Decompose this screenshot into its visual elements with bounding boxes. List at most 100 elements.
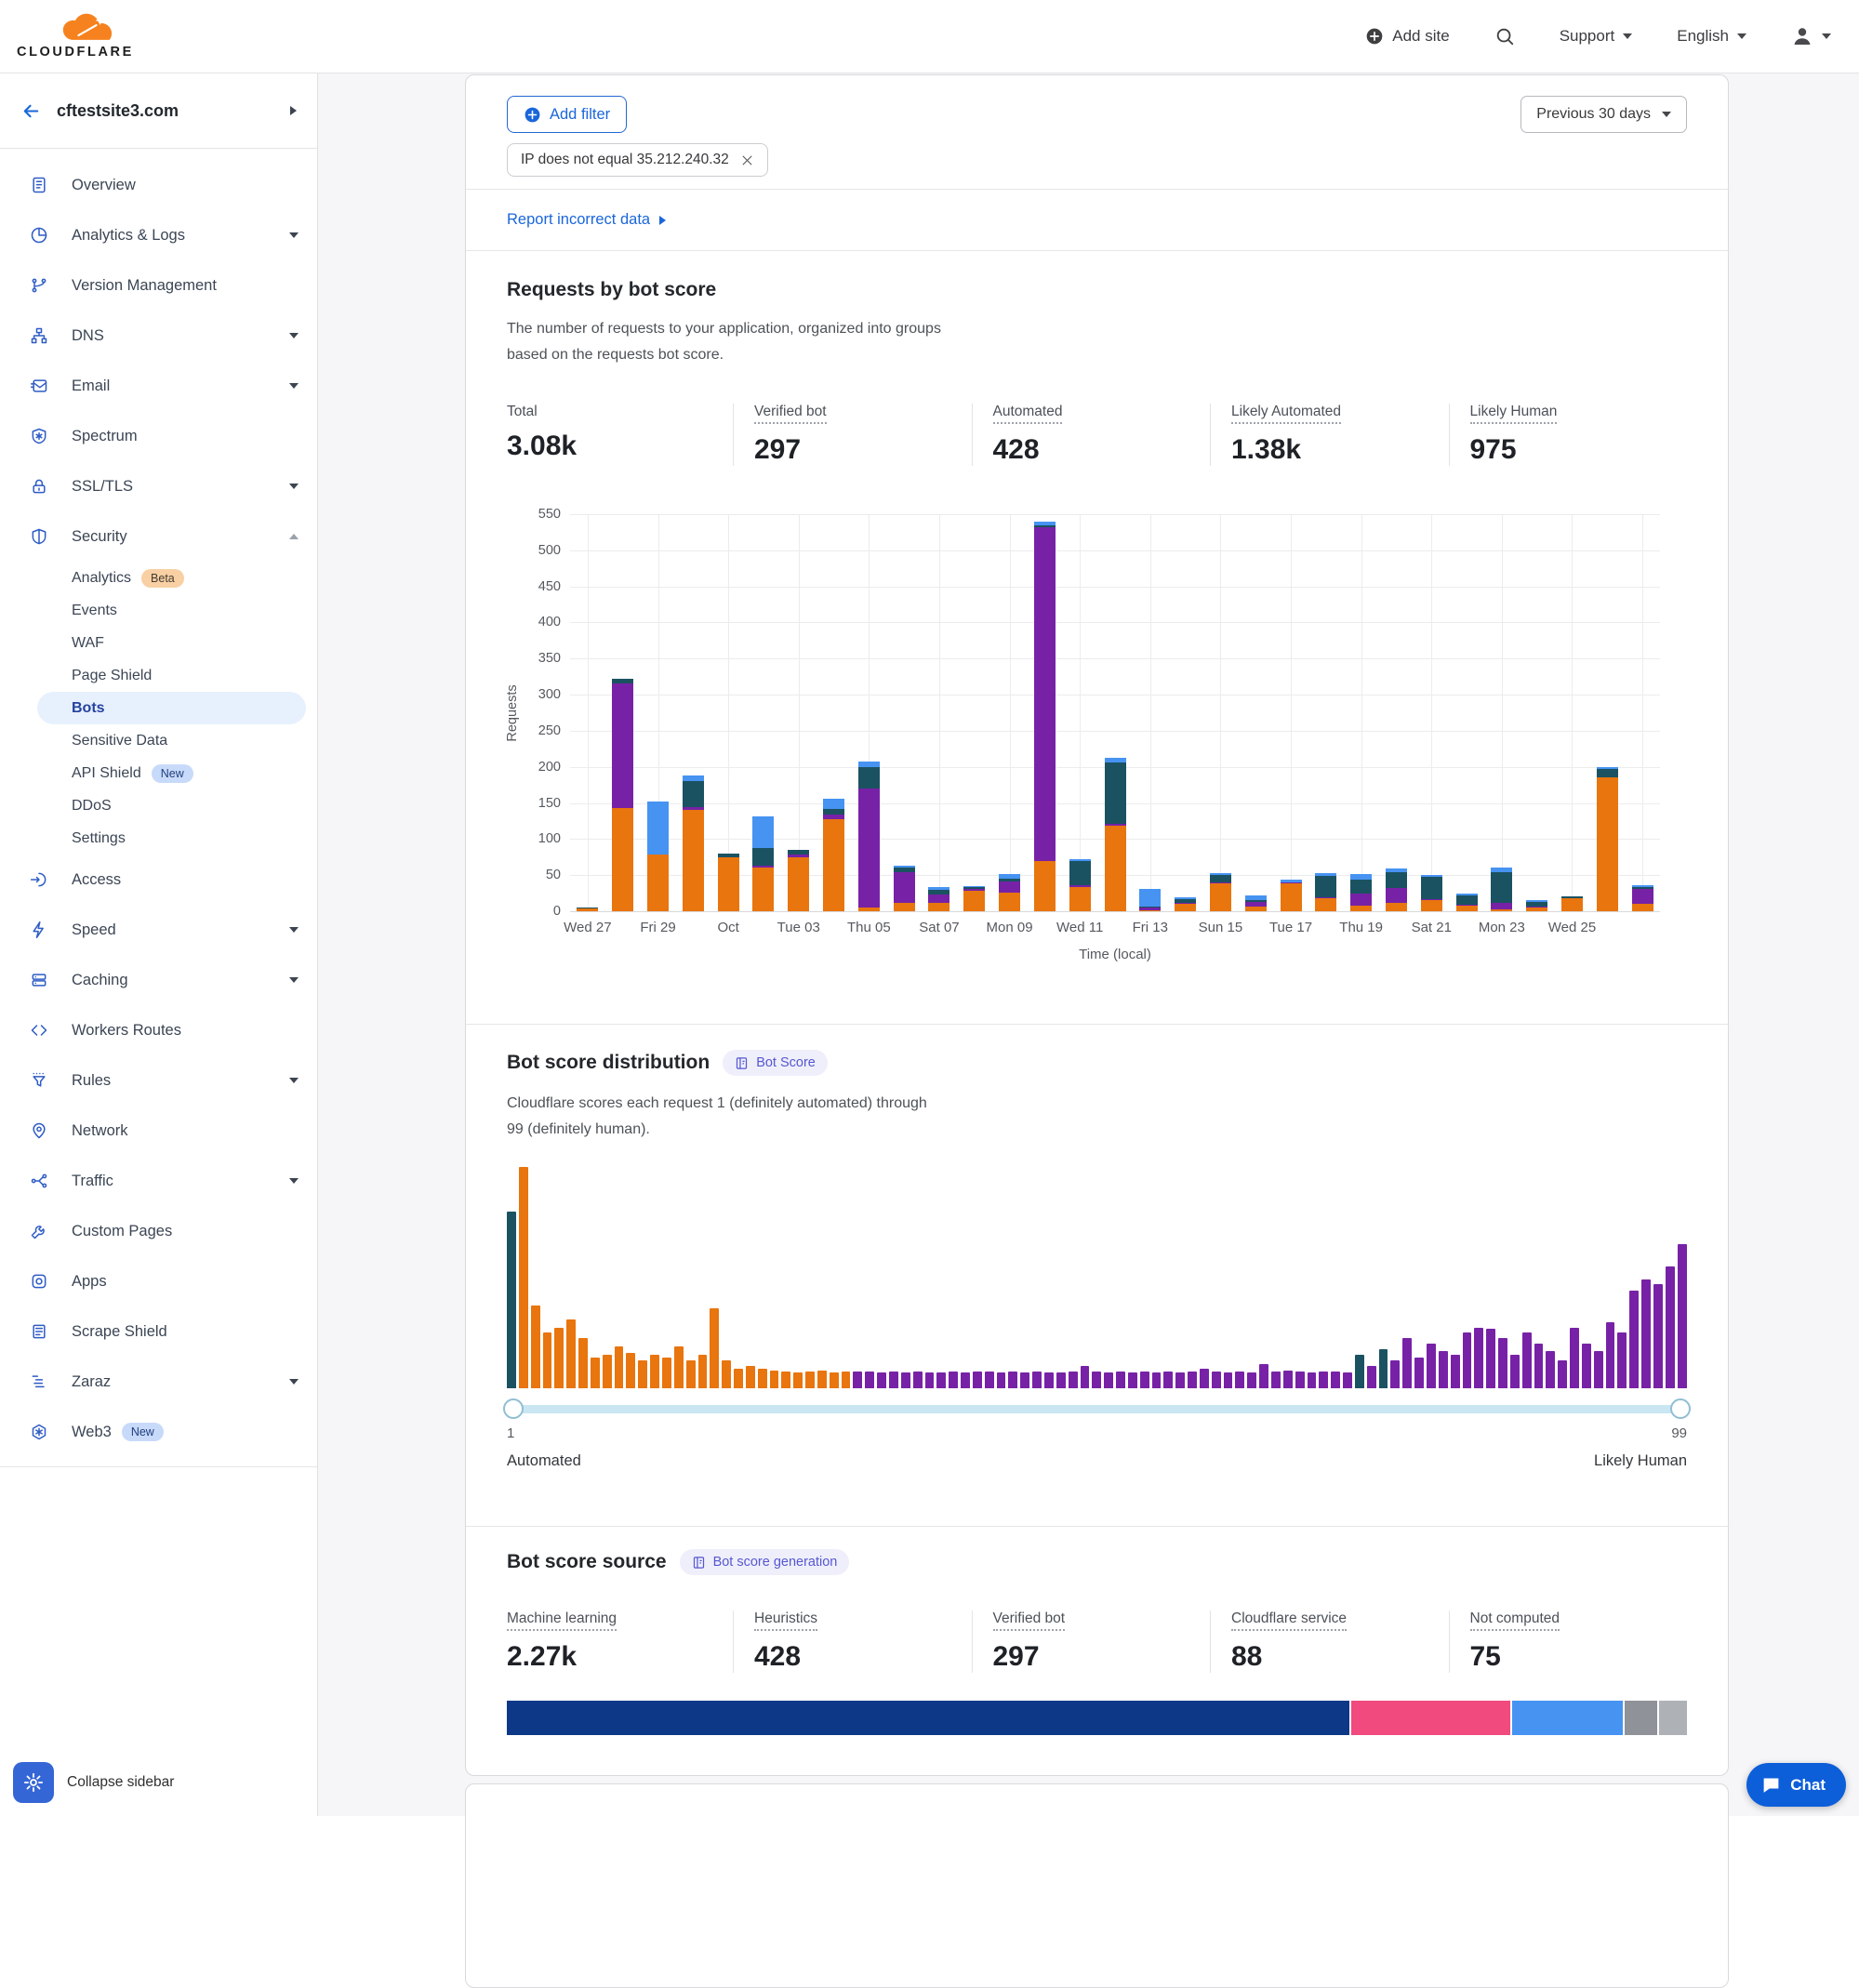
histogram-bar-score-78[interactable] [1427,1344,1436,1388]
histogram-bar-score-67[interactable] [1295,1372,1305,1388]
histogram-bar-score-77[interactable] [1414,1358,1424,1388]
settings-gear-button[interactable] [13,1762,54,1803]
stacked-bar-sun-15[interactable] [1210,873,1231,911]
histogram-bar-score-71[interactable] [1343,1372,1352,1388]
sidebar-item-access[interactable]: Access [0,855,317,905]
histogram-bar-score-94[interactable] [1617,1332,1627,1388]
histogram-bar-score-1[interactable] [507,1212,516,1388]
report-incorrect-data-link[interactable]: Report incorrect data [466,190,1728,251]
histogram-bar-score-25[interactable] [793,1372,803,1388]
sidebar-item-custom-pages[interactable]: Custom Pages [0,1206,317,1256]
histogram-bar-score-47[interactable] [1056,1372,1066,1388]
sidebar-item-page-shield[interactable]: Page Shield [37,659,306,692]
stacked-bar-mon-02[interactable] [752,816,774,911]
histogram-bar-score-42[interactable] [997,1372,1006,1388]
histogram-bar-score-60[interactable] [1212,1372,1221,1388]
histogram-bar-score-84[interactable] [1498,1338,1507,1388]
histogram-bar-score-45[interactable] [1032,1372,1042,1388]
histogram-bar-score-14[interactable] [662,1358,671,1388]
histogram-bar-score-43[interactable] [1008,1372,1017,1388]
stacked-bar-mon-16[interactable] [1245,895,1267,911]
slider-handle-min[interactable] [503,1398,524,1419]
bot-score-badge[interactable]: Bot Score [723,1050,828,1076]
histogram-bar-score-3[interactable] [531,1305,540,1388]
stacked-bar-thu-19[interactable] [1350,874,1372,911]
histogram-bar-score-90[interactable] [1570,1328,1579,1388]
collapse-sidebar[interactable]: Collapse sidebar [13,1762,174,1803]
sidebar-item-sensitive-data[interactable]: Sensitive Data [37,724,306,757]
histogram-bar-score-44[interactable] [1020,1372,1029,1388]
stat-label[interactable]: Automated [993,404,1063,424]
source-segment-heuristics[interactable] [1351,1701,1510,1735]
histogram-bar-score-27[interactable] [817,1371,827,1388]
filter-chip[interactable]: IP does not equal 35.212.240.32 [507,143,768,177]
histogram-bar-score-12[interactable] [638,1360,647,1388]
histogram-bar-score-35[interactable] [913,1372,923,1388]
histogram-bar-score-17[interactable] [698,1355,708,1388]
histogram-bar-score-87[interactable] [1534,1344,1544,1388]
sidebar-item-overview[interactable]: Overview [0,160,317,210]
stat-label[interactable]: Likely Human [1470,404,1558,424]
stacked-bar-wed-27[interactable] [577,908,598,911]
stacked-bar-sun-08[interactable] [963,886,985,911]
histogram-bar-score-69[interactable] [1319,1372,1328,1388]
sidebar-item-network[interactable]: Network [0,1106,317,1156]
histogram-bar-score-75[interactable] [1390,1360,1400,1388]
histogram-bar-score-92[interactable] [1594,1351,1603,1388]
histogram-bar-score-37[interactable] [936,1372,946,1388]
histogram-bar-score-40[interactable] [973,1372,982,1388]
histogram-bar-score-97[interactable] [1653,1284,1663,1388]
sidebar-item-security[interactable]: Security [0,511,317,562]
stacked-bar-tue-10[interactable] [1034,522,1056,911]
stacked-bar-tue-17[interactable] [1281,880,1302,911]
stat-label[interactable]: Heuristics [754,1610,817,1631]
sidebar-item-analytics[interactable]: AnalyticsBeta [37,562,306,594]
source-segment-not-computed[interactable] [1659,1701,1687,1735]
stacked-bar-wed-04[interactable] [823,799,844,911]
stat-label[interactable]: Likely Automated [1231,404,1341,424]
histogram-bar-score-83[interactable] [1486,1329,1495,1388]
add-filter-button[interactable]: Add filter [507,96,627,133]
histogram-bar-score-9[interactable] [603,1355,612,1388]
histogram-bar-score-73[interactable] [1367,1366,1376,1388]
histogram-bar-score-99[interactable] [1678,1244,1687,1388]
stacked-bar-mon-09[interactable] [999,874,1020,911]
sidebar-item-workers-routes[interactable]: Workers Routes [0,1005,317,1055]
histogram-bar-score-48[interactable] [1069,1372,1078,1388]
histogram-bar-score-34[interactable] [901,1372,910,1388]
sidebar-item-speed[interactable]: Speed [0,905,317,955]
histogram-bar-score-85[interactable] [1510,1355,1520,1388]
stacked-bar-wed-11[interactable] [1069,859,1091,911]
histogram-bar-score-15[interactable] [674,1346,684,1388]
stacked-bar-sat-07[interactable] [928,887,949,911]
histogram-bar-score-64[interactable] [1259,1364,1268,1388]
histogram-bar-score-72[interactable] [1355,1355,1364,1388]
sidebar-item-events[interactable]: Events [37,594,306,627]
histogram-bar-score-82[interactable] [1474,1328,1483,1388]
sidebar-item-settings[interactable]: Settings [37,822,306,855]
histogram-bar-score-31[interactable] [865,1372,874,1388]
histogram-bar-score-52[interactable] [1116,1372,1125,1388]
stacked-bar-sun-01[interactable] [718,854,739,911]
histogram-bar-score-59[interactable] [1200,1369,1209,1388]
stacked-bar-thu-28[interactable] [612,679,633,911]
stacked-bar-wed-25[interactable] [1561,896,1583,911]
sidebar-item-spectrum[interactable]: Spectrum [0,411,317,461]
histogram-bar-score-53[interactable] [1128,1372,1137,1388]
histogram-bar-score-74[interactable] [1379,1349,1388,1388]
stat-label[interactable]: Cloudflare service [1231,1610,1347,1631]
histogram-bar-score-98[interactable] [1666,1266,1675,1388]
histogram-bar-score-26[interactable] [805,1372,815,1388]
sidebar-item-bots[interactable]: Bots [37,692,306,724]
histogram-bar-score-68[interactable] [1308,1372,1317,1388]
histogram-bar-score-13[interactable] [650,1355,659,1388]
stacked-bar-thu-12[interactable] [1105,758,1126,911]
sidebar-item-email[interactable]: Email [0,361,317,411]
slider-track[interactable] [507,1405,1687,1413]
stacked-bar-sat-14[interactable] [1175,897,1196,911]
slider-handle-max[interactable] [1670,1398,1691,1419]
histogram-bar-score-49[interactable] [1081,1366,1090,1388]
score-range-slider[interactable] [507,1398,1687,1420]
sidebar-item-ddos[interactable]: DDoS [37,789,306,822]
sidebar-item-dns[interactable]: DNS [0,311,317,361]
